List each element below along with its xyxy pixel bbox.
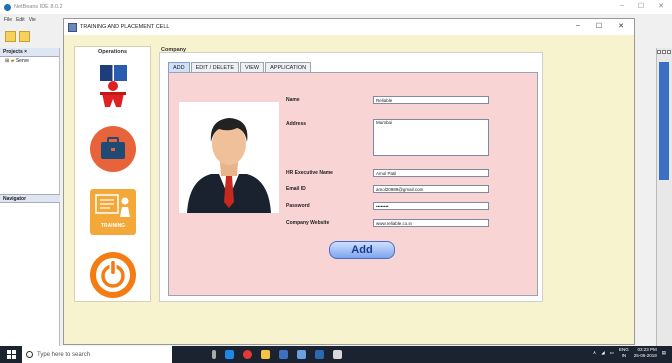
student-books-icon: [100, 65, 127, 107]
search-placeholder: Type here to search: [37, 351, 91, 358]
student-button[interactable]: [90, 63, 136, 109]
clock[interactable]: 03:23 PM 25-06-2019: [634, 347, 657, 359]
address-label: Address: [286, 121, 307, 127]
netbeans-toolbar: [0, 27, 60, 45]
netbeans-close-button[interactable]: ✕: [658, 2, 664, 10]
panel-restore-icon[interactable]: [662, 50, 666, 54]
panel-minimize-icon[interactable]: [657, 50, 661, 54]
menu-edit[interactable]: Edit: [16, 17, 25, 23]
netbeans-right-panel: [656, 48, 672, 346]
training-button[interactable]: TRAINING: [90, 189, 136, 235]
company-representative-image: [179, 102, 279, 213]
netbeans-maximize-button[interactable]: ☐: [638, 2, 644, 10]
minimize-button[interactable]: –: [576, 22, 580, 30]
operations-panel: Operations TRAINING: [74, 46, 151, 302]
taskbar-search-box[interactable]: Type here to search: [22, 346, 172, 363]
network-icon[interactable]: ◢: [601, 350, 604, 356]
email-label: Email ID: [286, 186, 306, 192]
tab-view[interactable]: VIEW: [240, 62, 265, 72]
menu-view[interactable]: Vie: [29, 17, 36, 23]
mail-icon[interactable]: [297, 350, 306, 359]
edge-icon[interactable]: [225, 350, 234, 359]
projects-tree-node[interactable]: ⊞ ▰ Serve: [0, 57, 59, 65]
new-project-icon[interactable]: [5, 30, 16, 42]
businessman-avatar-icon: [187, 118, 271, 213]
java-app-taskbar-icon[interactable]: [333, 350, 342, 359]
app-title-bar: TRAINING AND PLACEMENT CELL – ☐ ✕: [64, 19, 634, 35]
start-button[interactable]: [0, 346, 22, 363]
windows-logo-icon: [6, 350, 16, 359]
menu-file[interactable]: File: [4, 17, 12, 23]
password-label: Password: [286, 203, 310, 209]
panel-maximize-icon[interactable]: [667, 50, 671, 54]
name-field[interactable]: Reliable: [373, 96, 489, 104]
netbeans-taskbar-icon[interactable]: [315, 350, 324, 359]
editor-scroll-region[interactable]: [659, 62, 669, 180]
taskbar: Type here to search ∧ ◢ ▭ ENG IN 03:23 PM…: [0, 346, 672, 363]
file-explorer-icon[interactable]: [261, 350, 270, 359]
netbeans-logo-icon: [4, 3, 11, 11]
hr-executive-field[interactable]: Amol Patil: [373, 169, 489, 177]
address-field[interactable]: Mumbai: [373, 119, 489, 156]
logout-button[interactable]: [90, 252, 136, 298]
close-button[interactable]: ✕: [618, 22, 624, 30]
tab-add[interactable]: ADD: [168, 62, 190, 72]
notifications-icon[interactable]: ▤: [662, 350, 666, 356]
netbeans-window-controls: – ☐ ✕: [620, 2, 664, 10]
store-icon[interactable]: [279, 350, 288, 359]
training-label: TRAINING: [101, 223, 125, 229]
netbeans-title-bar: NetBeans IDE 8.0.2: [0, 0, 672, 14]
company-website-label: Company Website: [286, 220, 330, 226]
netbeans-menu-bar: File Edit Vie: [0, 14, 60, 26]
open-project-icon[interactable]: [19, 30, 30, 42]
java-app-icon: [68, 22, 77, 32]
language-indicator[interactable]: ENG IN: [619, 347, 629, 359]
company-website-field[interactable]: www.reliable.co.in: [373, 219, 489, 227]
add-button[interactable]: Add: [329, 241, 395, 259]
chrome-icon[interactable]: [243, 350, 252, 359]
pinned-apps: [212, 350, 342, 359]
app-window: TRAINING AND PLACEMENT CELL – ☐ ✕ Operat…: [63, 18, 635, 345]
company-panel: ADD EDIT / DELETE VIEW APPLICATION Name …: [159, 52, 543, 302]
company-button[interactable]: [90, 126, 136, 172]
keyboard-icon[interactable]: ▭: [610, 350, 614, 356]
app-title: TRAINING AND PLACEMENT CELL: [80, 24, 170, 30]
maximize-button[interactable]: ☐: [596, 22, 602, 30]
password-field[interactable]: ••••••••: [373, 202, 489, 210]
netbeans-title: NetBeans IDE 8.0.2: [14, 4, 63, 10]
company-tabs: ADD EDIT / DELETE VIEW APPLICATION: [168, 62, 312, 72]
operations-label: Operations: [97, 49, 128, 55]
tab-edit-delete[interactable]: EDIT / DELETE: [190, 62, 240, 72]
navigator-tab[interactable]: Navigator: [0, 194, 60, 203]
add-company-form: Name Reliable Address Mumbai HR Executiv…: [168, 72, 538, 296]
task-view-icon[interactable]: [212, 350, 216, 359]
tray-chevron-icon[interactable]: ∧: [593, 350, 596, 356]
email-field[interactable]: amol20989@gmail.com: [373, 185, 489, 193]
cortana-icon: [26, 351, 33, 358]
netbeans-minimize-button[interactable]: –: [620, 2, 624, 10]
training-icon: TRAINING: [90, 189, 136, 235]
system-tray: ∧ ◢ ▭ ENG IN 03:23 PM 25-06-2019 ▤: [593, 347, 666, 359]
tab-application[interactable]: APPLICATION: [265, 62, 312, 72]
hr-executive-label: HR Executive Name: [286, 170, 333, 176]
projects-tab[interactable]: Projects ×: [0, 48, 59, 57]
power-icon: [90, 252, 136, 298]
name-label: Name: [286, 97, 300, 103]
company-briefcase-icon: [90, 126, 136, 172]
